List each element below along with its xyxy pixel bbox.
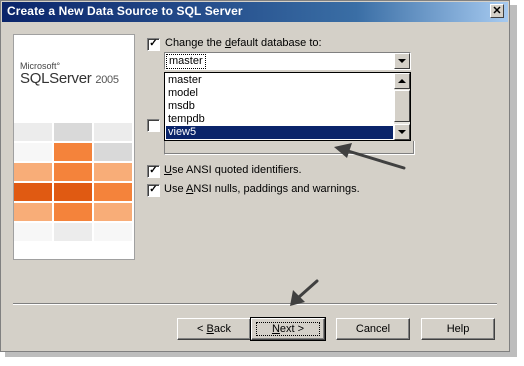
arrow-to-list-icon [334, 143, 406, 170]
arrow-to-next-button-icon [290, 279, 319, 306]
annotation-arrows [290, 143, 406, 306]
